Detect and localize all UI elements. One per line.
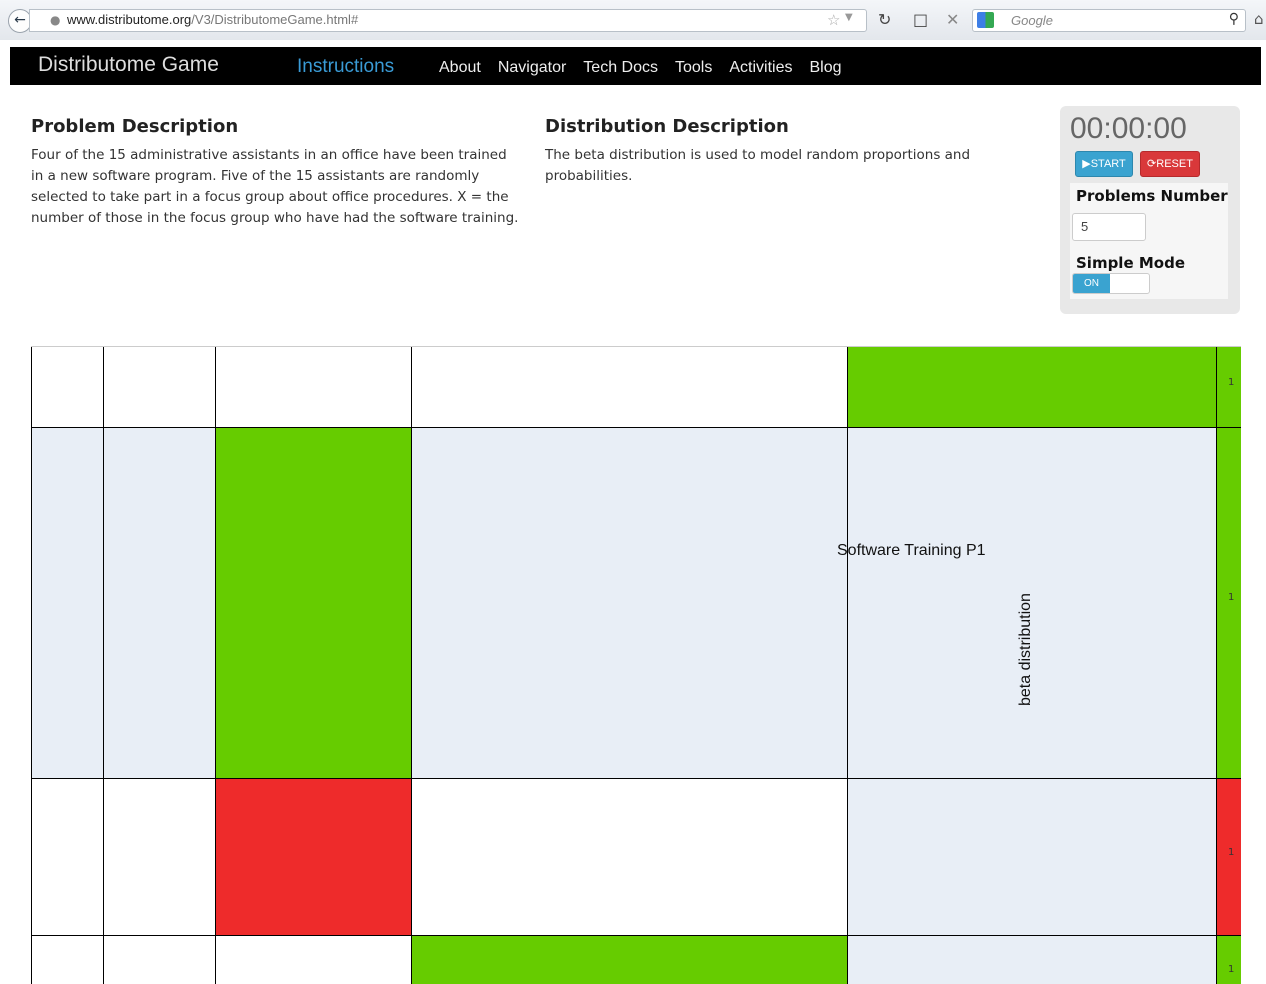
google-logo-icon [977, 12, 994, 28]
grid-cell[interactable] [412, 936, 848, 984]
search-box[interactable]: Google ⚲ [972, 9, 1246, 32]
grid-cell[interactable] [412, 428, 848, 779]
nav-tech-docs[interactable]: Tech Docs [583, 59, 658, 77]
side-number: 1 [1228, 377, 1235, 388]
distribution-text: The beta distribution is used to model r… [545, 147, 971, 184]
close-icon[interactable]: ✕ [946, 10, 959, 29]
simple-mode-toggle[interactable]: ON [1072, 273, 1150, 294]
grid-cell[interactable] [412, 346, 848, 428]
settings-box: Problems Number 5 Simple Mode ON [1070, 183, 1228, 299]
grid-cell[interactable] [412, 779, 848, 936]
grid-cell[interactable] [848, 346, 1217, 428]
problem-title: Problem Description [31, 116, 239, 137]
grid-border [31, 346, 1241, 347]
site-navbar: Distributome Game Instructions About Nav… [10, 47, 1261, 85]
grid-cell[interactable] [216, 936, 412, 984]
grid-cell[interactable] [31, 779, 104, 936]
home-icon[interactable]: ⌂ [1254, 10, 1264, 28]
browser-toolbar: ← ● www.distributome.org/V3/Distributome… [0, 0, 1266, 40]
grid-cell[interactable] [216, 428, 412, 779]
start-button[interactable]: ▶START [1075, 151, 1133, 177]
nav-links: About Navigator Tech Docs Tools Activiti… [439, 59, 859, 77]
timer-display: 00:00:00 [1070, 112, 1187, 145]
grid-cell[interactable] [104, 779, 216, 936]
nav-blog[interactable]: Blog [809, 59, 841, 77]
grid-cell[interactable] [216, 346, 412, 428]
toggle-on-label: ON [1073, 274, 1110, 293]
search-placeholder: Google [1011, 13, 1053, 28]
nav-instructions[interactable]: Instructions [297, 56, 394, 78]
window-icon[interactable]: □ [913, 10, 928, 29]
side-number: 1 [1228, 847, 1235, 858]
grid-cell[interactable] [848, 936, 1217, 984]
simple-mode-label: Simple Mode [1076, 254, 1185, 272]
grid-cell[interactable] [31, 936, 104, 984]
grid-cell[interactable] [31, 428, 104, 779]
distribution-label[interactable]: beta distribution [1017, 593, 1035, 706]
refresh-icon: ⟳ [1147, 158, 1157, 170]
grid-side-cell [1217, 428, 1241, 779]
nav-about[interactable]: About [439, 59, 481, 77]
side-number: 1 [1228, 592, 1235, 603]
grid-cell[interactable] [104, 428, 216, 779]
grid-cell[interactable] [104, 346, 216, 428]
nav-activities[interactable]: Activities [729, 59, 792, 77]
grid-cell[interactable] [216, 779, 412, 936]
url-domain: www.distributome.org [67, 12, 192, 27]
url-path: /V3/DistributomeGame.html# [191, 12, 359, 27]
node-label[interactable]: Software Training P1 [837, 542, 986, 560]
side-number: 1 [1228, 964, 1235, 975]
problem-text: Four of the 15 administrative assistants… [31, 147, 519, 226]
grid-cell[interactable] [104, 936, 216, 984]
start-label: START [1090, 158, 1126, 170]
nav-tools[interactable]: Tools [675, 59, 712, 77]
search-icon[interactable]: ⚲ [1229, 11, 1239, 27]
game-control-panel: 00:00:00 ▶START ⟳RESET Problems Number 5… [1060, 106, 1240, 314]
distribution-description: Distribution Description The beta distri… [545, 116, 985, 187]
game-grid: 1 1 1 1 Software Training P1 beta distri… [31, 346, 1241, 984]
url-text: www.distributome.org/V3/DistributomeGame… [67, 12, 358, 27]
reload-icon[interactable]: ↻ [878, 10, 891, 29]
nav-navigator[interactable]: Navigator [498, 59, 566, 77]
grid-side-cell [1217, 936, 1241, 984]
grid-cell[interactable] [848, 779, 1217, 936]
bookmark-star-icon[interactable]: ☆ [827, 11, 840, 29]
globe-icon: ● [50, 13, 61, 27]
play-icon: ▶ [1082, 158, 1091, 170]
reset-button[interactable]: ⟳RESET [1140, 151, 1200, 177]
reset-label: RESET [1156, 158, 1193, 170]
grid-border [31, 346, 32, 984]
brand-link[interactable]: Distributome Game [38, 53, 219, 77]
problems-number-input[interactable]: 5 [1072, 213, 1146, 241]
chevron-down-icon[interactable]: ▼ [845, 12, 853, 23]
problem-description: Problem Description Four of the 15 admin… [31, 116, 521, 229]
distribution-title: Distribution Description [545, 116, 789, 137]
grid-cell[interactable] [31, 346, 104, 428]
problems-number-label: Problems Number [1076, 187, 1228, 205]
address-bar[interactable]: ● www.distributome.org/V3/DistributomeGa… [29, 9, 867, 32]
